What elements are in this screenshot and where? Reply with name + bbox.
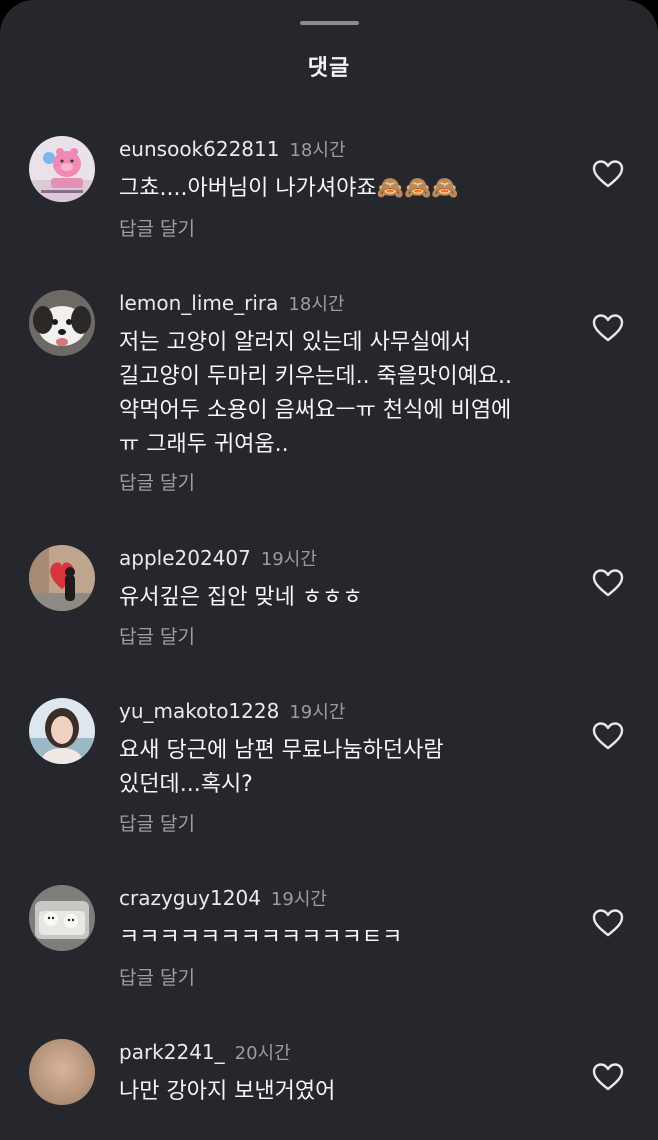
- username[interactable]: lemon_lime_rira: [119, 291, 278, 315]
- heart-icon[interactable]: [592, 721, 624, 751]
- timestamp: 19시간: [260, 549, 317, 570]
- timestamp: 18시간: [288, 294, 345, 315]
- username[interactable]: park2241_: [119, 1040, 225, 1064]
- comment-text: ㅋㅋㅋㅋㅋㅋㅋㅋㅋㅋㅋㅋㅌㅋ: [119, 925, 403, 950]
- sheet-title: 댓글: [307, 56, 351, 81]
- username[interactable]: crazyguy1204: [119, 886, 261, 910]
- username[interactable]: apple202407: [119, 546, 251, 570]
- avatar[interactable]: [29, 885, 95, 951]
- comments-sheet: 댓글 eunsook622811 18시간 그쵸....아버님이 나가셔야죠🙈🙈🙈…: [0, 0, 658, 1140]
- comment-text: 그쵸....아버님이 나가셔야죠🙈🙈🙈: [119, 176, 459, 201]
- comment-text: 요새 당근에 남편 무료나눔하던사람 있던데...혹시?: [119, 738, 444, 797]
- blurred-avatar-icon: [29, 1039, 95, 1105]
- white-dog-photo-icon: [29, 290, 95, 356]
- reply-button[interactable]: 답글 달기: [119, 809, 195, 836]
- reply-button[interactable]: 답글 달기: [119, 214, 195, 241]
- drag-handle[interactable]: [300, 21, 359, 25]
- heart-icon[interactable]: [592, 908, 624, 938]
- timestamp: 19시간: [270, 889, 327, 910]
- heart-icon[interactable]: [592, 313, 624, 343]
- comment-meta: apple202407 19시간: [119, 545, 317, 570]
- timestamp: 20시간: [234, 1043, 291, 1064]
- username[interactable]: yu_makoto1228: [119, 699, 279, 723]
- comment-meta: yu_makoto1228 19시간: [119, 698, 346, 723]
- heart-icon[interactable]: [592, 159, 624, 189]
- username[interactable]: eunsook622811: [119, 137, 279, 161]
- heart-icon[interactable]: [592, 568, 624, 598]
- comment-meta: lemon_lime_rira 18시간: [119, 290, 345, 315]
- avatar[interactable]: [29, 290, 95, 356]
- reply-button[interactable]: 답글 달기: [119, 622, 195, 649]
- avatar[interactable]: [29, 698, 95, 764]
- comment-text: 저는 고양이 알러지 있는데 사무실에서 길고양이 두마리 키우는데.. 죽을맛…: [119, 330, 513, 457]
- heart-icon[interactable]: [592, 1062, 624, 1092]
- comment-meta: crazyguy1204 19시간: [119, 885, 327, 910]
- avatar[interactable]: [29, 1039, 95, 1105]
- timestamp: 18시간: [289, 140, 346, 161]
- woman-portrait-photo-icon: [29, 698, 95, 764]
- comment-text: 나만 강아지 보낸거였어: [119, 1079, 336, 1104]
- reply-button[interactable]: 답글 달기: [119, 963, 195, 990]
- reply-button[interactable]: 답글 달기: [119, 468, 195, 495]
- heart-balloon-photo-icon: [29, 545, 95, 611]
- dogs-in-bed-photo-icon: [29, 885, 95, 951]
- pig-plush-photo-icon: [29, 136, 95, 202]
- comment-text: 유서깊은 집안 맞네 ㅎㅎㅎ: [119, 585, 363, 610]
- timestamp: 19시간: [289, 702, 346, 723]
- comment-meta: eunsook622811 18시간: [119, 136, 346, 161]
- avatar[interactable]: [29, 136, 95, 202]
- avatar[interactable]: [29, 545, 95, 611]
- comment-meta: park2241_ 20시간: [119, 1039, 291, 1064]
